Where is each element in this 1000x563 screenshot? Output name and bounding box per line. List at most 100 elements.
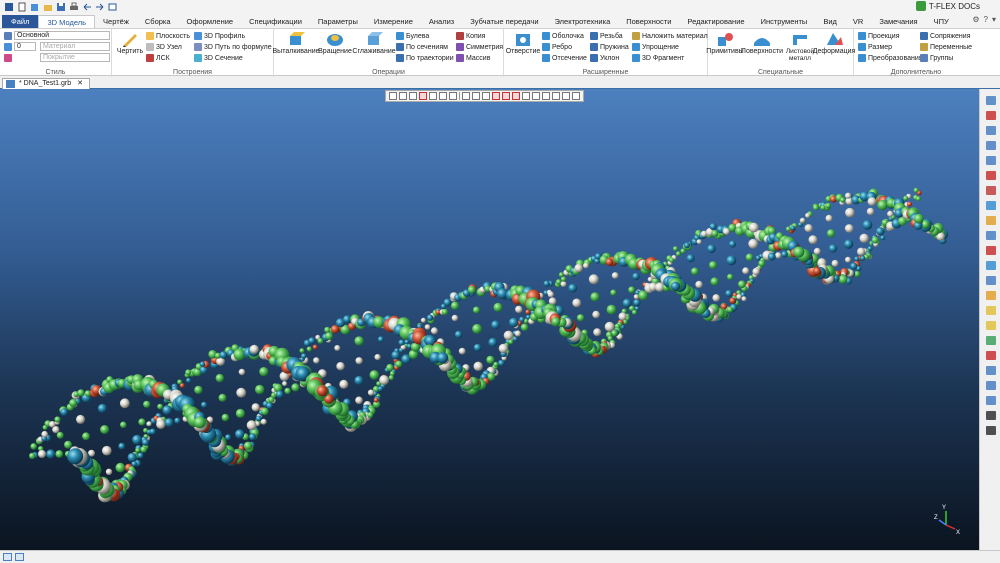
view-cube-icon[interactable] — [985, 170, 997, 181]
path-formula-button[interactable]: 3D Путь по формуле — [194, 43, 272, 51]
by-sections-button[interactable]: По сечениям — [396, 43, 448, 51]
close-tab-icon[interactable]: ✕ — [77, 80, 83, 87]
layers-icon[interactable] — [985, 290, 997, 301]
select-solid-icon[interactable] — [512, 92, 520, 100]
lighting-icon[interactable] — [985, 215, 997, 226]
groups-button[interactable]: Группы — [920, 54, 953, 62]
print-icon[interactable] — [69, 2, 79, 12]
material-combo[interactable]: Материал — [40, 42, 110, 51]
section-view-icon[interactable] — [985, 185, 997, 196]
select-face-icon[interactable] — [419, 92, 427, 100]
open-folder-icon[interactable] — [43, 2, 53, 12]
tab-9[interactable]: Зубчатые передачи — [462, 15, 546, 28]
select-body-icon[interactable] — [409, 92, 417, 100]
zoom-in-icon[interactable] — [985, 125, 997, 136]
text-icon[interactable] — [985, 425, 997, 436]
tab-16[interactable]: Замечания — [871, 15, 925, 28]
layout-grid-icon[interactable] — [3, 553, 12, 561]
select-filter-icon[interactable] — [399, 92, 407, 100]
select-curve-icon[interactable] — [462, 92, 470, 100]
dna-model[interactable]: Y X Z — [0, 89, 979, 550]
measure-icon[interactable] — [985, 395, 997, 406]
text-style-icon[interactable] — [985, 410, 997, 421]
layout-split-icon[interactable] — [15, 553, 24, 561]
redo-icon[interactable] — [95, 2, 105, 12]
tab-14[interactable]: Вид — [815, 15, 845, 28]
draft-button[interactable]: Уклон — [590, 54, 619, 62]
select-node-icon[interactable] — [482, 92, 490, 100]
tab-2[interactable]: Чертёж — [95, 15, 137, 28]
deform-button[interactable]: Деформация — [813, 31, 855, 55]
tab-12[interactable]: Редактирование — [679, 15, 752, 28]
rotate-button[interactable]: Вращение — [318, 31, 352, 55]
tab-6[interactable]: Параметры — [310, 15, 366, 28]
undo-icon[interactable] — [82, 2, 92, 12]
model-tree-icon[interactable] — [985, 260, 997, 271]
copy-button[interactable]: Копия — [456, 32, 485, 40]
size-button[interactable]: Размер — [858, 43, 892, 51]
tab-10[interactable]: Электротехника — [547, 15, 619, 28]
document-tab[interactable]: * DNA_Test1.grb ✕ — [2, 78, 90, 89]
properties-icon[interactable] — [985, 275, 997, 286]
select-profile-icon[interactable] — [552, 92, 560, 100]
array-button[interactable]: Массив — [456, 54, 490, 62]
new-file-icon[interactable] — [17, 2, 27, 12]
select-lcs-icon[interactable] — [472, 92, 480, 100]
export-icon[interactable] — [108, 2, 118, 12]
3d-viewport[interactable]: Y X Z — [0, 89, 979, 550]
symmetry-button[interactable]: Симметрия — [456, 43, 503, 51]
coating-combo[interactable]: Покрытие — [40, 53, 110, 62]
select-loop-icon[interactable] — [449, 92, 457, 100]
color-icon[interactable] — [985, 350, 997, 361]
hidden-lines-icon[interactable] — [985, 245, 997, 256]
minimize-ribbon-icon[interactable]: ▾ — [992, 15, 996, 24]
tab-7[interactable]: Измерение — [366, 15, 421, 28]
magnet-icon[interactable] — [985, 110, 997, 121]
display-icon[interactable] — [985, 365, 997, 376]
spring-button[interactable]: Пружина — [590, 43, 629, 51]
draw-button[interactable]: Чертить — [117, 31, 143, 55]
render-mode-icon[interactable] — [985, 200, 997, 211]
camera-icon[interactable] — [985, 230, 997, 241]
tab-4[interactable]: Оформление — [179, 15, 242, 28]
tab-17[interactable]: ЧПУ — [926, 15, 957, 28]
select-text-icon[interactable] — [572, 92, 580, 100]
settings-icon[interactable]: ⚙ — [972, 15, 979, 24]
select-vertex-icon[interactable] — [439, 92, 447, 100]
lcs-button[interactable]: ЛСК — [146, 54, 170, 62]
profile3d-button[interactable]: 3D Профиль — [194, 32, 245, 40]
tab-13[interactable]: Инструменты — [753, 15, 816, 28]
tab-8[interactable]: Анализ — [421, 15, 462, 28]
app-menu-icon[interactable] — [4, 2, 14, 12]
node3d-button[interactable]: 3D Узел — [146, 43, 182, 51]
transform-button[interactable]: Преобразования — [858, 54, 923, 62]
cut-button[interactable]: Отсечение — [542, 54, 587, 62]
filter-view-icon[interactable] — [985, 380, 997, 391]
fit-view-icon[interactable] — [985, 95, 997, 106]
boolean-button[interactable]: Булева — [396, 32, 429, 40]
save-icon[interactable] — [56, 2, 66, 12]
simplify-button[interactable]: Упрощение — [632, 43, 679, 51]
hole-button[interactable]: Отверстие — [506, 31, 540, 55]
rib-button[interactable]: Ребро — [542, 43, 572, 51]
help-icon[interactable]: ? — [984, 15, 988, 24]
thread-button[interactable]: Резьба — [590, 32, 623, 40]
section3d-button[interactable]: 3D Сечение — [194, 54, 243, 62]
projection-button[interactable]: Проекция — [858, 32, 899, 40]
surfaces-button[interactable]: Поверхности — [741, 31, 783, 55]
tab-5[interactable]: Спецификации — [241, 15, 310, 28]
primitives-button[interactable]: Примитивы — [706, 31, 744, 55]
extrude-button[interactable]: Выталкивание — [273, 31, 320, 55]
number-combo[interactable]: 0 — [14, 42, 36, 51]
smooth-button[interactable]: Сглаживание — [352, 31, 396, 55]
filter-icon[interactable] — [389, 92, 397, 100]
box-view-icon[interactable] — [985, 320, 997, 331]
fragment3d-button[interactable]: 3D Фрагмент — [632, 54, 684, 62]
shell-button[interactable]: Оболочка — [542, 32, 584, 40]
plane-button[interactable]: Плоскость — [146, 32, 190, 40]
variables-button[interactable]: Переменные — [920, 43, 972, 51]
apply-material-button[interactable]: Наложить материал — [632, 32, 708, 40]
tab-11[interactable]: Поверхности — [618, 15, 679, 28]
layer-combo[interactable]: Основной — [14, 31, 110, 40]
appearance-icon[interactable] — [985, 335, 997, 346]
